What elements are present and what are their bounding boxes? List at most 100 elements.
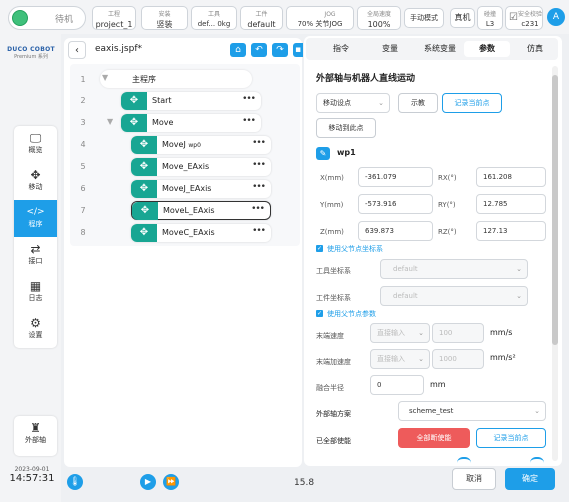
undo-icon: ↶: [255, 45, 263, 55]
z-input[interactable]: 639.873: [358, 221, 433, 241]
record-position-button[interactable]: 记录当前点: [476, 428, 546, 448]
more-icon[interactable]: •••: [251, 204, 265, 214]
edit-waypoint-button[interactable]: ✎: [316, 147, 330, 160]
collision-button[interactable]: 碰撞 L3: [477, 6, 503, 30]
accel-label: 末端加速度: [316, 358, 351, 366]
more-icon[interactable]: •••: [252, 182, 266, 192]
tab-parameters[interactable]: 参数: [464, 41, 510, 57]
speed-unit: mm/s: [490, 328, 513, 337]
nav-log[interactable]: ▦ 日志: [14, 274, 57, 311]
tree-node-movej[interactable]: ✥ MoveJ wp0 •••: [131, 136, 271, 154]
move-arrows-icon: ✥: [131, 136, 157, 154]
tab-system-variables[interactable]: 系统变量: [418, 41, 462, 57]
tree-node-movej-eaxis[interactable]: ✥ MoveJ_EAxis •••: [131, 180, 271, 198]
nav-program[interactable]: </> 程序: [14, 200, 57, 237]
thermometer-button[interactable]: 🌡: [67, 474, 83, 490]
disable-all-button[interactable]: 全部断使能: [398, 428, 470, 448]
blend-radius-input[interactable]: 0: [370, 375, 424, 395]
fast-forward-icon: ⏩: [166, 477, 176, 486]
speed-label: 末端速度: [316, 332, 344, 340]
swap-icon: ⇄: [30, 242, 41, 256]
use-parent-coord-checkbox[interactable]: ✓: [316, 245, 323, 252]
tab-simulation[interactable]: 仿真: [518, 41, 552, 57]
tree-node-movel-eaxis-selected[interactable]: ✥ MoveL_EAxis •••: [131, 201, 271, 220]
rx-input[interactable]: 161.208: [476, 167, 546, 187]
safety-check-button[interactable]: ☑ 安全校验 c231: [505, 6, 543, 30]
brand-logo: DUCO COBOT: [7, 46, 55, 53]
rz-input[interactable]: 127.13: [476, 221, 546, 241]
jog-button[interactable]: JOG 70% 关节JOG: [286, 6, 354, 30]
speed-value: 15.8: [294, 478, 315, 488]
tree-node-movec-eaxis[interactable]: ✥ MoveC_EAxis •••: [131, 224, 271, 242]
line-number: 4: [80, 140, 86, 149]
real-machine-button[interactable]: 真机: [450, 8, 475, 28]
confirm-button[interactable]: 确定: [505, 468, 555, 490]
accel-unit: mm/s²: [490, 353, 516, 362]
ext-scheme-label: 外部轴方案: [316, 410, 351, 418]
teach-button[interactable]: 示教: [398, 93, 438, 113]
more-icon[interactable]: •••: [242, 94, 256, 104]
move-arrows-icon: ✥: [131, 224, 157, 242]
manual-mode-button[interactable]: 手动模式: [404, 8, 444, 28]
work-coord-label: 工件坐标系: [316, 294, 351, 302]
tool-coord-label: 工具坐标系: [316, 267, 351, 275]
workpiece-button[interactable]: 工件 default: [240, 6, 283, 30]
tree-root[interactable]: ▼ 主程序: [100, 70, 252, 88]
tab-instructions[interactable]: 指令: [322, 41, 360, 57]
y-input[interactable]: -573.916: [358, 194, 433, 214]
chevron-left-icon: ‹: [75, 45, 79, 56]
tab-variables[interactable]: 变量: [374, 41, 406, 57]
scrollbar-thumb[interactable]: [552, 75, 558, 345]
move-arrows-icon: ✥: [131, 158, 157, 176]
user-avatar[interactable]: A: [547, 8, 565, 26]
cancel-button[interactable]: 取消: [452, 468, 496, 490]
scroll-arc-icon: [530, 457, 544, 463]
back-button[interactable]: ‹: [68, 41, 86, 59]
more-icon[interactable]: •••: [252, 226, 266, 236]
record-current-point-button[interactable]: 记录当前点: [442, 93, 502, 113]
tree-node-move-eaxis[interactable]: ✥ Move_EAxis •••: [131, 158, 271, 176]
nav-settings[interactable]: ⚙ 设置: [14, 311, 57, 348]
line-number: 3: [80, 118, 86, 127]
ext-scheme-select[interactable]: scheme_test ⌄: [398, 401, 546, 421]
undo-button[interactable]: ↶: [251, 43, 267, 57]
code-icon: </>: [26, 207, 45, 217]
chevron-down-icon: ⌄: [516, 292, 522, 300]
tool-button[interactable]: 工具 def... 0kg: [191, 6, 237, 30]
project-button[interactable]: 工程 project_1: [92, 6, 136, 30]
chevron-down-icon: ⌄: [418, 329, 424, 337]
robot-status-toggle[interactable]: 待机: [8, 6, 86, 30]
nav-overview[interactable]: 🖵 概览: [14, 126, 57, 163]
use-parent-coord-label: 使用父节点坐标系: [327, 245, 383, 253]
accel-mode-select: 直接输入 ⌄: [370, 349, 430, 369]
ry-input[interactable]: 12.785: [476, 194, 546, 214]
redo-button[interactable]: ↷: [272, 43, 288, 57]
more-icon[interactable]: •••: [242, 116, 256, 126]
status-dot-icon: [12, 10, 28, 26]
move-mode-select[interactable]: 移动设点 ⌄: [316, 93, 390, 113]
status-label: 待机: [55, 15, 74, 25]
step-button[interactable]: ⏩: [163, 474, 179, 490]
nav-move[interactable]: ✥ 移动: [14, 163, 57, 200]
tree-node-start[interactable]: ✥ Start •••: [121, 92, 261, 110]
collapse-triangle-icon[interactable]: ▼: [107, 117, 113, 126]
nav-interface[interactable]: ⇄ 接口: [14, 237, 57, 274]
nav-external-axis[interactable]: ♜ 外部轴: [14, 416, 57, 456]
folder-icon: ⌂: [235, 45, 241, 55]
folder-button[interactable]: ⌂: [230, 43, 246, 57]
use-parent-params-checkbox[interactable]: ✓: [316, 310, 323, 317]
tree-node-move[interactable]: ✥ Move •••: [121, 114, 261, 132]
more-icon[interactable]: •••: [252, 160, 266, 170]
save-button[interactable]: ▪: [293, 43, 303, 57]
move-to-point-button[interactable]: 移动到此点: [316, 118, 376, 138]
main-nav: 🖵 概览 ✥ 移动 </> 程序 ⇄ 接口 ▦ 日志 ⚙ 设置: [14, 126, 57, 348]
global-speed-button[interactable]: 全局速度 100%: [357, 6, 401, 30]
x-input[interactable]: -361.079: [358, 167, 433, 187]
enabled-status: 已全部使能: [316, 437, 351, 445]
save-icon: ▪: [294, 45, 302, 55]
more-icon[interactable]: •••: [252, 138, 266, 148]
install-button[interactable]: 安装 竖装: [141, 6, 188, 30]
line-number: 8: [80, 228, 86, 237]
play-button[interactable]: ▶: [140, 474, 156, 490]
accel-input: 1000: [432, 349, 484, 369]
